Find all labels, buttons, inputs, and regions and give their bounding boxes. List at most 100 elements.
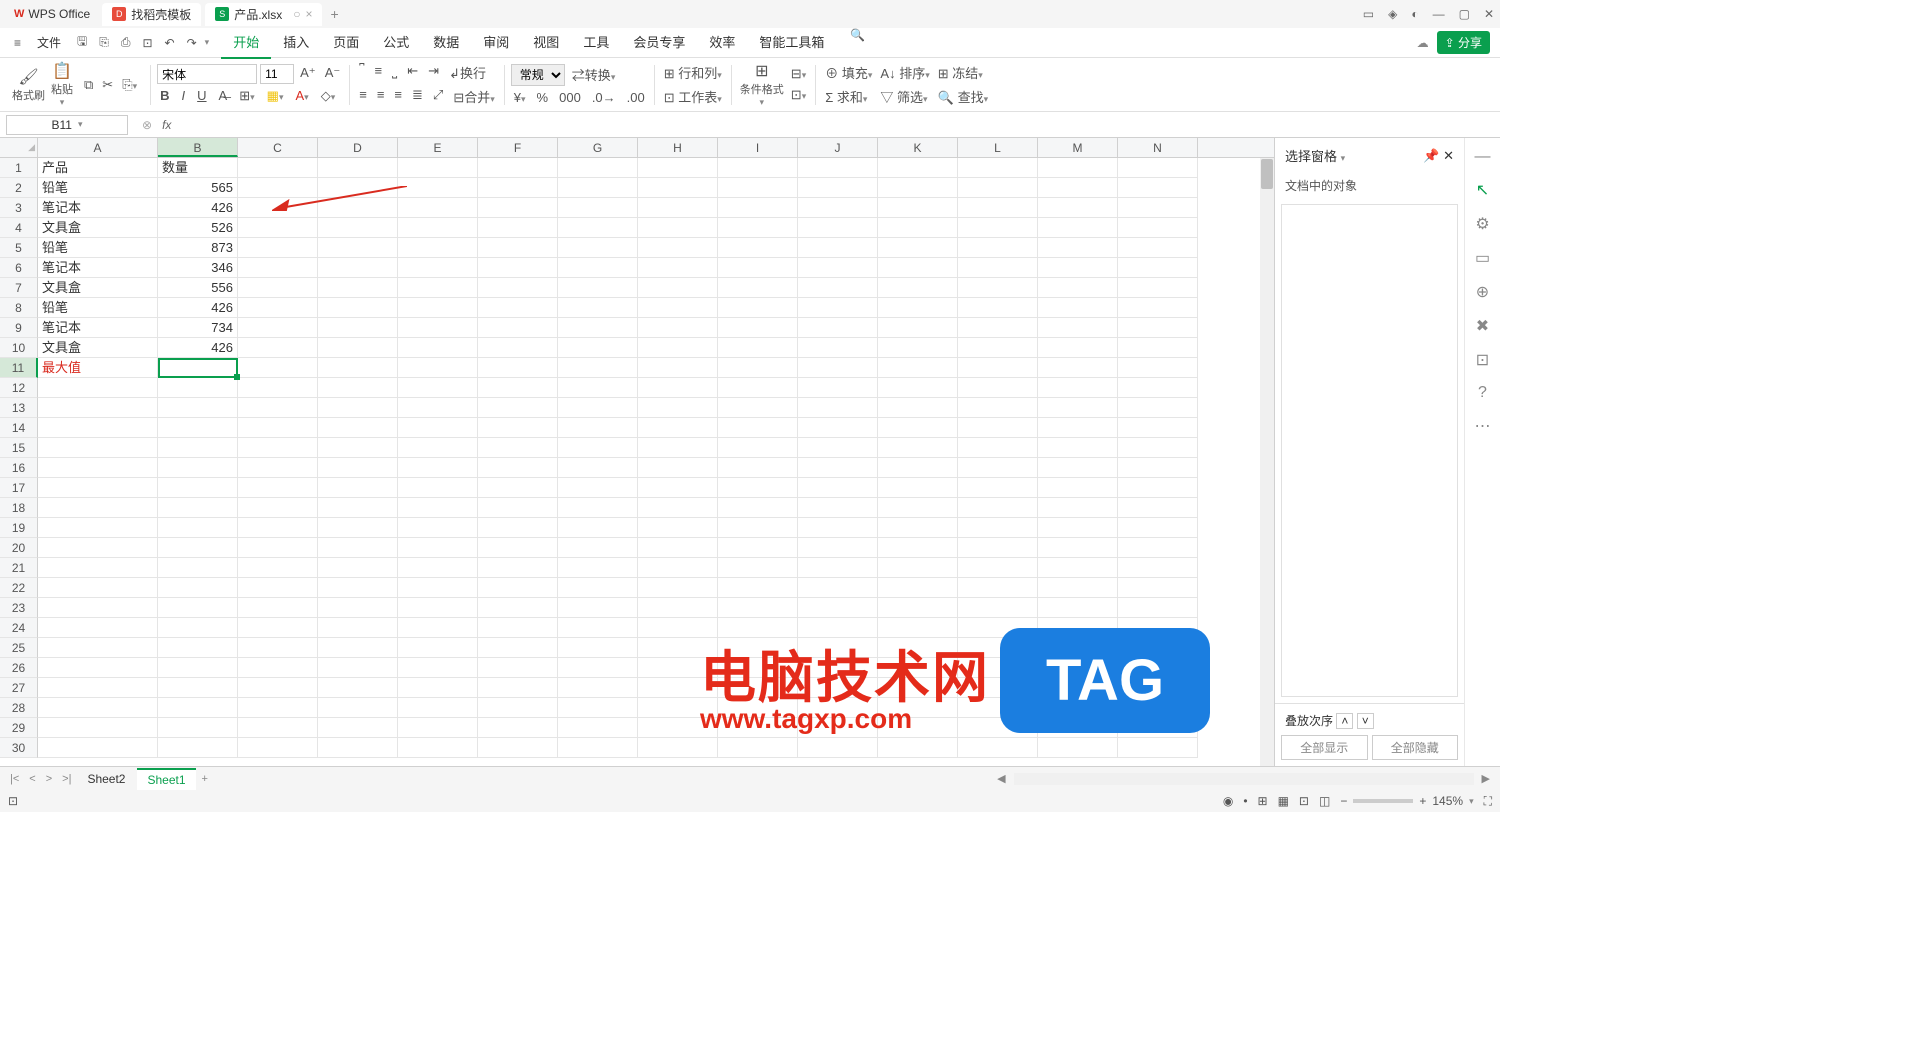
more-icon[interactable]: ⋯ — [1475, 416, 1491, 436]
cell[interactable] — [558, 318, 638, 338]
cell[interactable] — [398, 278, 478, 298]
cell[interactable] — [398, 318, 478, 338]
cell[interactable]: 数量 — [158, 158, 238, 178]
menu-tab-tools[interactable]: 工具 — [571, 26, 621, 59]
row-header[interactable]: 7 — [0, 278, 38, 298]
cell-style-icon[interactable]: ⊡▾ — [788, 86, 809, 104]
menu-tab-review[interactable]: 审阅 — [471, 26, 521, 59]
row-header[interactable]: 19 — [0, 518, 38, 538]
cell[interactable] — [798, 258, 878, 278]
cell[interactable] — [558, 678, 638, 698]
cell[interactable] — [798, 318, 878, 338]
cell[interactable] — [798, 498, 878, 518]
row-header[interactable]: 5 — [0, 238, 38, 258]
cell[interactable] — [958, 298, 1038, 318]
cell[interactable] — [1118, 178, 1198, 198]
pin-icon[interactable]: 📌 — [1423, 148, 1439, 163]
cell[interactable] — [478, 218, 558, 238]
align-right-icon[interactable]: ≡ — [391, 86, 405, 107]
cell[interactable] — [1038, 338, 1118, 358]
dec-increase-icon[interactable]: .0→ — [589, 89, 619, 106]
cell[interactable] — [478, 478, 558, 498]
row-header[interactable]: 17 — [0, 478, 38, 498]
cell[interactable] — [318, 738, 398, 758]
cell[interactable] — [238, 578, 318, 598]
cell[interactable] — [398, 258, 478, 278]
collapse-icon[interactable]: — — [1475, 148, 1491, 166]
cell[interactable] — [1038, 558, 1118, 578]
selection-pane-list[interactable] — [1281, 204, 1458, 697]
cell[interactable] — [718, 378, 798, 398]
cell[interactable] — [558, 478, 638, 498]
cell[interactable]: 文具盒 — [38, 218, 158, 238]
cell[interactable] — [878, 158, 958, 178]
view-eye-icon[interactable]: ◉ — [1223, 794, 1233, 808]
undo-icon[interactable]: ↶ — [161, 34, 179, 52]
cell[interactable] — [318, 718, 398, 738]
cell[interactable] — [718, 538, 798, 558]
cell[interactable] — [878, 438, 958, 458]
cell[interactable] — [1118, 558, 1198, 578]
cell[interactable] — [718, 258, 798, 278]
tab-add-button[interactable]: + — [322, 4, 346, 24]
find-button[interactable]: 🔍 查找▾ — [935, 86, 991, 107]
cell[interactable] — [798, 358, 878, 378]
cell[interactable] — [38, 678, 158, 698]
cell[interactable] — [398, 538, 478, 558]
row-header[interactable]: 28 — [0, 698, 38, 718]
cell[interactable] — [718, 358, 798, 378]
cell[interactable] — [1038, 218, 1118, 238]
row-header[interactable]: 3 — [0, 198, 38, 218]
align-top-icon[interactable]: ⎴ — [356, 62, 367, 83]
row-header[interactable]: 15 — [0, 438, 38, 458]
row-header[interactable]: 23 — [0, 598, 38, 618]
cell[interactable] — [238, 738, 318, 758]
cell[interactable] — [798, 218, 878, 238]
cell[interactable] — [958, 338, 1038, 358]
cell[interactable] — [878, 378, 958, 398]
cell[interactable] — [958, 598, 1038, 618]
tab-template[interactable]: D 找稻壳模板 — [102, 3, 201, 26]
col-L[interactable]: L — [958, 138, 1038, 157]
align-center-icon[interactable]: ≡ — [374, 86, 388, 107]
cell[interactable] — [238, 158, 318, 178]
cell[interactable] — [1038, 258, 1118, 278]
cell[interactable] — [1038, 278, 1118, 298]
row-header[interactable]: 8 — [0, 298, 38, 318]
row-header[interactable]: 25 — [0, 638, 38, 658]
cell[interactable] — [718, 478, 798, 498]
cell[interactable] — [478, 458, 558, 478]
cell[interactable] — [638, 198, 718, 218]
currency-icon[interactable]: ¥▾ — [511, 89, 529, 106]
cell[interactable] — [638, 278, 718, 298]
cell[interactable] — [878, 518, 958, 538]
cell[interactable] — [238, 558, 318, 578]
cell[interactable] — [1038, 458, 1118, 478]
cell[interactable] — [478, 338, 558, 358]
cell[interactable] — [1118, 278, 1198, 298]
sheet-tab-1[interactable]: Sheet1 — [137, 768, 195, 790]
cell[interactable] — [798, 538, 878, 558]
cell[interactable] — [158, 478, 238, 498]
cell[interactable] — [238, 438, 318, 458]
cell[interactable] — [878, 358, 958, 378]
filter-button[interactable]: ▽ 筛选▾ — [877, 86, 932, 107]
cell[interactable] — [38, 718, 158, 738]
row-header[interactable]: 21 — [0, 558, 38, 578]
cell[interactable] — [398, 738, 478, 758]
cell[interactable] — [558, 538, 638, 558]
name-box-dropdown-icon[interactable]: ▾ — [78, 119, 83, 130]
cell[interactable] — [158, 658, 238, 678]
cell[interactable] — [878, 478, 958, 498]
cell[interactable] — [478, 158, 558, 178]
cell[interactable] — [238, 198, 318, 218]
cell[interactable] — [1118, 578, 1198, 598]
cell[interactable] — [1038, 358, 1118, 378]
cell[interactable] — [798, 478, 878, 498]
cell[interactable]: 铅笔 — [38, 238, 158, 258]
cell[interactable] — [1118, 498, 1198, 518]
cell[interactable] — [318, 318, 398, 338]
cell[interactable] — [398, 238, 478, 258]
cell[interactable] — [478, 258, 558, 278]
hscroll-right-icon[interactable]: ▶ — [1478, 772, 1494, 785]
